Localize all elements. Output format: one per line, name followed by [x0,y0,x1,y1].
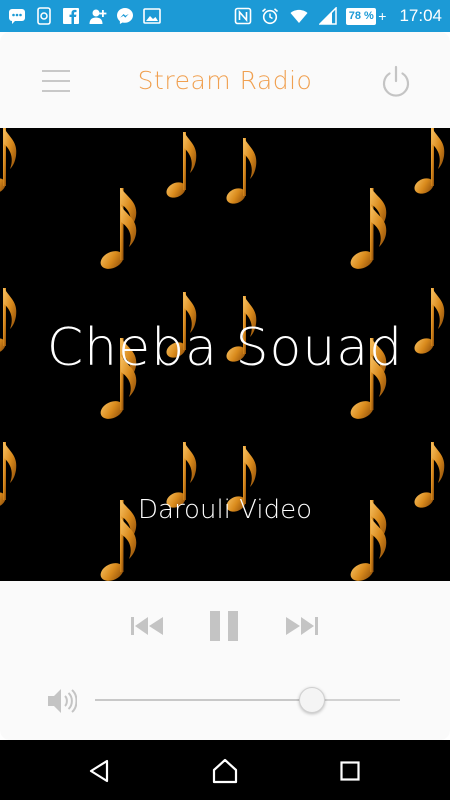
pause-icon[interactable] [208,609,240,643]
status-bar-system: 78 % + 17:04 [234,6,442,26]
facebook-icon [63,8,79,24]
home-icon[interactable] [212,758,238,784]
volume-slider-fill [95,699,312,701]
status-bar-notifications [8,7,161,25]
app-header: Stream Radio [0,32,450,128]
station-name: Cheba Souad [46,318,404,378]
station-subtitle: Darouli Video [137,495,312,525]
signal-icon [319,7,338,25]
volume-slider-thumb[interactable] [299,687,325,713]
screen: 78 % + 17:04 Stream Radio Cheba Souad Da… [0,0,450,800]
status-bar-time: 17:04 [399,6,442,25]
back-icon[interactable] [88,759,110,783]
status-bar: 78 % + 17:04 [0,0,450,32]
alarm-icon [262,8,279,25]
chat-icon [9,9,25,24]
battery-icon: 78 % + [346,7,386,25]
hamburger-menu-icon[interactable] [40,66,72,96]
player-controls [0,581,450,740]
add-contact-icon [89,9,107,24]
app-title: Stream Radio [137,65,313,95]
skip-previous-icon[interactable] [130,615,164,637]
navigation-bar [0,740,450,800]
messenger-icon [117,8,133,24]
station-artwork: Cheba Souad Darouli Video [0,128,450,581]
volume-slider[interactable] [95,687,400,713]
power-icon[interactable] [378,64,414,100]
nfc-icon [234,7,252,25]
wifi-icon [290,9,308,23]
speaker-icon[interactable] [45,685,77,717]
charging-indicator: + [378,8,387,24]
photo-message-icon [37,7,51,25]
battery-level: 78 % [346,7,377,25]
gallery-icon [143,8,161,24]
skip-next-icon[interactable] [285,615,319,637]
recents-icon[interactable] [340,761,360,781]
